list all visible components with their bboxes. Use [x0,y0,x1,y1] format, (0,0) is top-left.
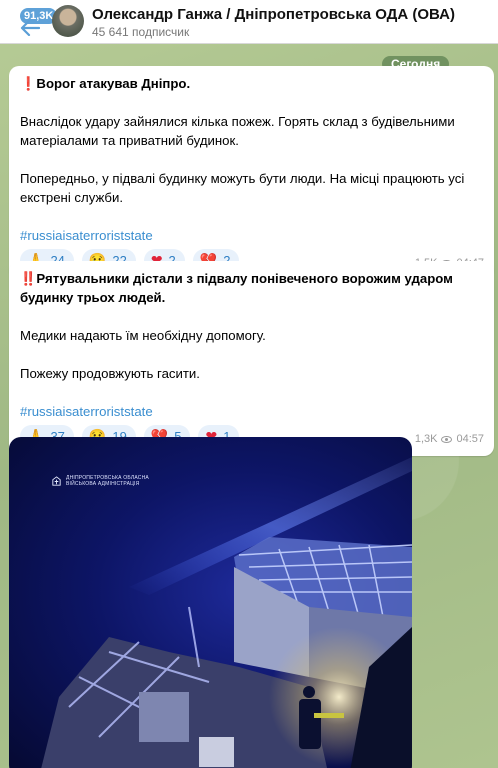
hashtag-link[interactable]: #russiaisaterroriststate [20,402,483,421]
back-arrow-icon [20,20,40,36]
post-meta: 1,3K 04:57 [415,430,484,449]
post-paragraph: Пожежу продовжують гасити. [20,366,200,381]
channel-post[interactable]: ❗Ворог атакував Дніпро. Внаслідок удару … [9,66,494,280]
post-headline: ‼️Рятувальники дістали з підвалу понівеч… [20,271,453,305]
channel-title[interactable]: Олександр Ганжа / Дніпропетровська ОДА (… [92,6,455,23]
eye-icon [441,436,453,443]
post-paragraph: Внаслідок удару зайнялися кілька пожеж. … [20,114,455,148]
hashtag-link[interactable]: #russiaisaterroriststate [20,226,483,245]
watermark-line: ВІЙСЬКОВА АДМІНІСТРАЦІЯ [66,481,140,487]
post-headline: ❗Ворог атакував Дніпро. [20,76,191,91]
post-paragraph: Медики надають їм необхідну допомогу. [20,328,266,343]
post-paragraph: Попередньо, у підвалі будинку можуть бут… [20,171,465,205]
channel-avatar[interactable] [52,5,84,37]
exclamation-icon: ❗ [20,76,37,91]
channel-post[interactable]: ‼️Рятувальники дістали з підвалу понівеч… [9,261,494,456]
post-time: 04:57 [456,433,484,445]
back-button[interactable]: 91,3K [10,6,58,40]
chat-header: 91,3K Олександр Ганжа / Дніпропетровська… [0,0,498,44]
subscriber-count: 45 641 подписчик [92,25,190,39]
double-exclamation-icon: ‼️ [20,271,37,286]
view-count: 1,3K [414,433,438,445]
watermark: ДНІПРОПЕТРОВСЬКА ОБЛАСНА ВІЙСЬКОВА АДМІН… [51,475,149,487]
post-photo[interactable]: ДНІПРОПЕТРОВСЬКА ОБЛАСНА ВІЙСЬКОВА АДМІН… [9,437,412,768]
oda-logo-icon [52,475,61,486]
